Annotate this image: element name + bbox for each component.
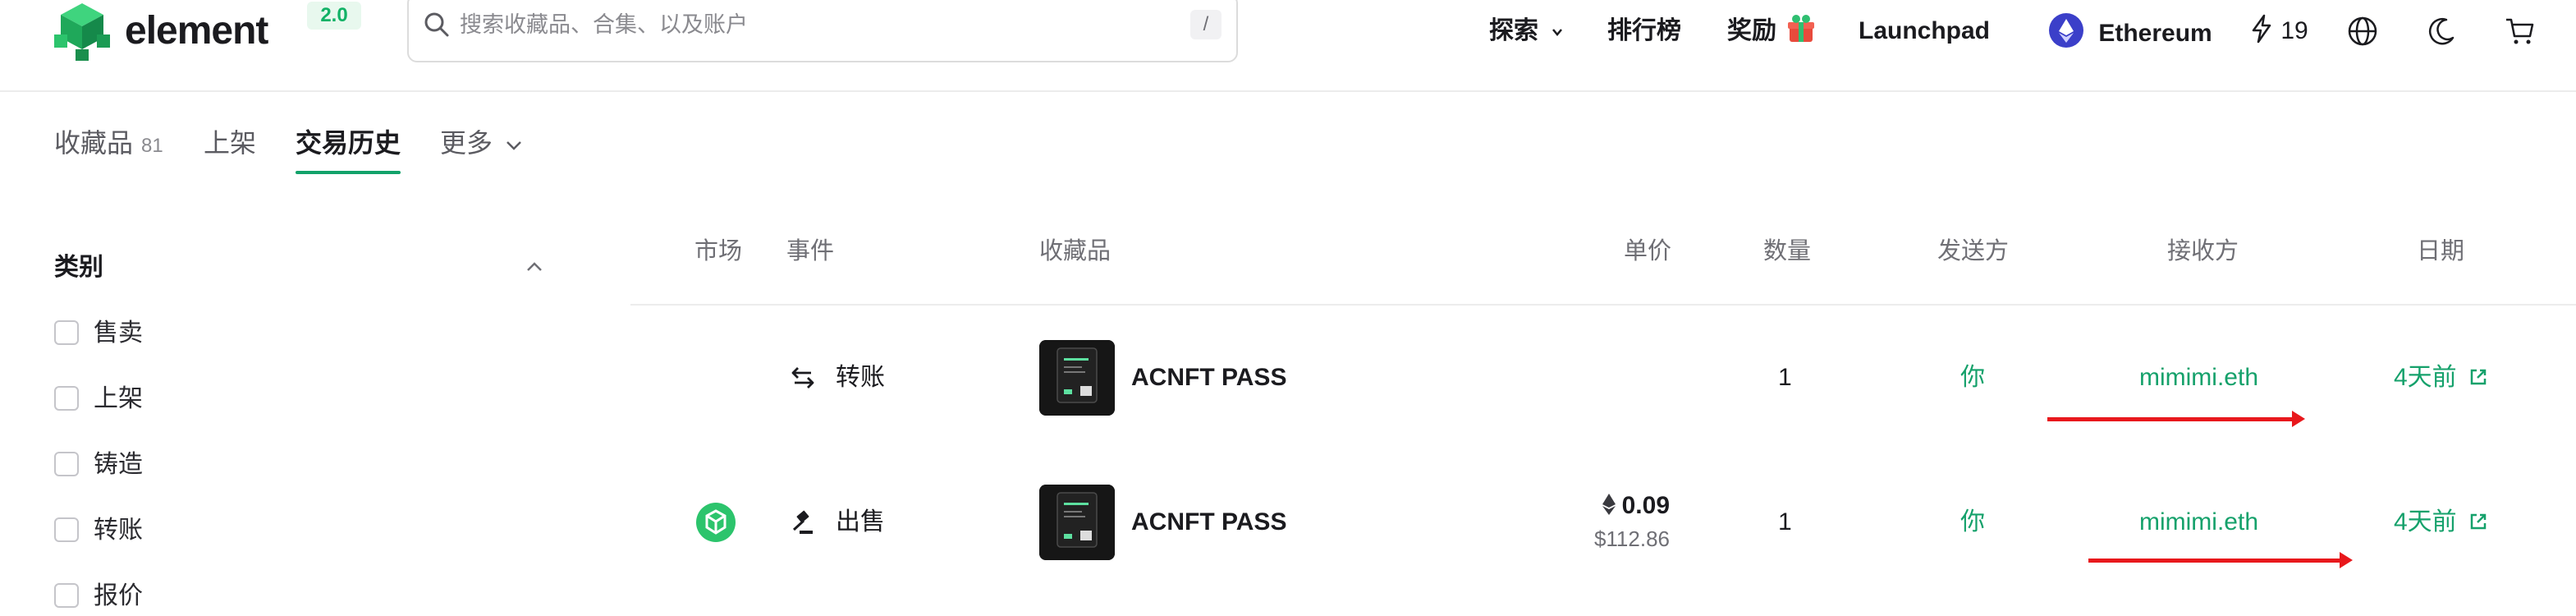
nav-rewards-label: 奖励 — [1727, 17, 1776, 44]
date-link[interactable]: 4天前 — [2394, 504, 2488, 540]
column-header-price: 单价 — [1624, 238, 1672, 264]
lightning-icon — [2252, 14, 2271, 44]
to-address-link[interactable]: mimimi.eth — [2139, 360, 2258, 396]
date-label: 4天前 — [2394, 364, 2457, 391]
date-link[interactable]: 4天前 — [2394, 360, 2488, 396]
tab-more-label: 更多 — [440, 128, 493, 158]
cart-icon[interactable] — [2504, 15, 2537, 48]
quantity-value: 1 — [1778, 508, 1792, 536]
nav-launchpad[interactable]: Launchpad — [1859, 13, 1990, 49]
column-header-quantity: 数量 — [1763, 238, 1812, 264]
search-shortcut-key: / — [1190, 10, 1222, 39]
element-logo-icon[interactable] — [53, 2, 112, 61]
chevron-down-icon — [506, 140, 521, 150]
ethereum-icon — [2049, 13, 2083, 48]
nav-rewards[interactable]: 奖励 — [1727, 13, 1816, 49]
nft-thumbnail-image[interactable] — [1039, 485, 1115, 560]
collectibles-count: 81 — [141, 135, 163, 157]
sale-gavel-icon — [792, 510, 813, 534]
event-label: 转账 — [836, 364, 885, 391]
element-marketplace-icon — [696, 503, 736, 542]
item-name-link[interactable]: ACNFT PASS — [1131, 360, 1286, 396]
search-input[interactable]: 搜索收藏品、合集、以及账户 / — [407, 0, 1238, 62]
ethereum-icon — [1602, 494, 1616, 515]
checkbox[interactable] — [54, 386, 79, 411]
checkbox[interactable] — [54, 320, 79, 345]
energy-count: 19 — [2280, 17, 2308, 44]
search-icon — [424, 12, 449, 37]
filter-label: 上架 — [94, 385, 143, 412]
table-header-divider — [630, 304, 2576, 306]
price-eth: 0.09 — [1586, 488, 1670, 524]
price-usd: $112.86 — [1593, 526, 1670, 551]
filter-label: 铸造 — [94, 451, 143, 478]
nav-explore-label: 探索 — [1489, 17, 1538, 44]
checkbox[interactable] — [54, 583, 79, 608]
network-selector[interactable]: Ethereum — [2049, 13, 2212, 52]
dark-mode-icon[interactable] — [2425, 15, 2458, 48]
tab-collectibles-label: 收藏品 — [54, 128, 134, 158]
to-address-link[interactable]: mimimi.eth — [2139, 504, 2258, 540]
search-placeholder: 搜索收藏品、合集、以及账户 — [460, 12, 748, 37]
from-address-link[interactable]: 你 — [1960, 504, 1985, 540]
filter-label: 转账 — [94, 517, 143, 544]
category-filter-title: 类别 — [54, 254, 103, 281]
transfer-icon — [791, 367, 814, 388]
nav-rankings[interactable]: 排行榜 — [1607, 13, 1681, 49]
column-header-date: 日期 — [2417, 238, 2465, 264]
energy-counter[interactable]: 19 — [2249, 13, 2308, 49]
chevron-down-icon — [1552, 29, 1563, 37]
filter-label: 售卖 — [94, 319, 143, 347]
external-link-icon — [2470, 513, 2487, 530]
price-eth-value: 0.09 — [1621, 492, 1670, 519]
quantity-value: 1 — [1778, 364, 1792, 391]
checkbox[interactable] — [54, 452, 79, 476]
event-label: 出售 — [836, 508, 885, 536]
top-header: element 2.0 搜索收藏品、合集、以及账户 / 探索 排行榜 奖励 La… — [0, 0, 2576, 92]
column-header-to: 接收方 — [2167, 238, 2239, 264]
nft-thumbnail-image[interactable] — [1039, 340, 1115, 416]
column-header-market: 市场 — [694, 238, 743, 264]
filter-label: 报价 — [94, 582, 143, 609]
column-header-from: 发送方 — [1937, 238, 2010, 264]
date-label: 4天前 — [2394, 508, 2457, 536]
active-tab-indicator — [296, 171, 401, 174]
version-badge: 2.0 — [307, 2, 361, 30]
globe-icon[interactable] — [2346, 15, 2379, 48]
annotation-arrow — [2047, 411, 2305, 427]
annotation-arrow — [2088, 552, 2353, 568]
gift-icon — [1788, 15, 1815, 42]
brand-name[interactable]: element — [125, 2, 268, 61]
column-header-item: 收藏品 — [1039, 238, 1112, 264]
column-header-event: 事件 — [786, 238, 835, 264]
tab-listed[interactable]: 上架 — [204, 125, 256, 161]
tab-more[interactable]: 更多 — [440, 125, 525, 161]
tab-collectibles[interactable]: 收藏品 81 — [54, 125, 163, 164]
nav-explore[interactable]: 探索 — [1489, 13, 1565, 49]
checkbox[interactable] — [54, 517, 79, 542]
tab-history[interactable]: 交易历史 — [296, 125, 401, 161]
network-label: Ethereum — [2098, 20, 2212, 47]
collapse-chevron-icon[interactable] — [522, 255, 547, 279]
external-link-icon — [2470, 369, 2487, 385]
from-address-link[interactable]: 你 — [1960, 360, 1985, 396]
item-name-link[interactable]: ACNFT PASS — [1131, 504, 1286, 540]
